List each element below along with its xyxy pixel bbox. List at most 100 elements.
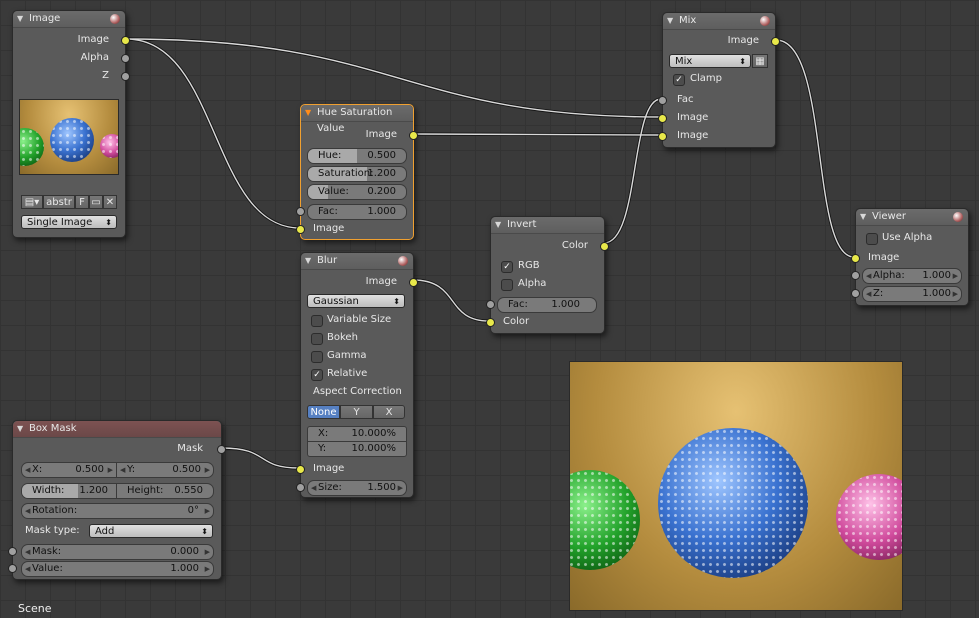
blur-output-socket[interactable]: [409, 278, 418, 287]
collapse-triangle-icon[interactable]: ▼: [495, 217, 501, 233]
mask-output-socket[interactable]: [217, 445, 226, 454]
hsv-output-socket[interactable]: [409, 131, 418, 140]
viewer-alpha-field[interactable]: ◀ Alpha: 1.000 ▶: [862, 268, 962, 284]
hue-saturation-value-node[interactable]: ▼ Hue Saturation Value Image Hue: 0.500 …: [296, 104, 418, 240]
mask-input-socket[interactable]: [8, 547, 17, 556]
hue-field[interactable]: Hue: 0.500: [307, 148, 407, 164]
z-output-socket[interactable]: [121, 72, 130, 81]
filter-type-select[interactable]: Gaussian ⬍: [307, 294, 405, 308]
blur-node[interactable]: ▼ Blur Image Gaussian ⬍ Variable Size Bo…: [296, 252, 418, 498]
box-mask-node-header[interactable]: ▼ Box Mask: [13, 421, 221, 438]
relative-checkbox[interactable]: ✓: [311, 369, 323, 381]
viewer-node[interactable]: ▼ Viewer Use Alpha Image ◀ Alpha: 1.000 …: [851, 208, 969, 306]
box-width-field[interactable]: Width: 1.200: [21, 483, 117, 499]
increment-arrow-icon[interactable]: ▶: [205, 545, 210, 559]
invert-fac-input-socket[interactable]: [486, 300, 495, 309]
image-browse-button[interactable]: ▤▾: [21, 195, 43, 209]
image-node[interactable]: ▼ Image Image Alpha Z ▤▾ abstr F ▭ ✕ Sin…: [12, 10, 130, 238]
mix-fac-input-socket[interactable]: [658, 96, 667, 105]
box-y-field[interactable]: ◀ Y: 0.500 ▶: [116, 462, 214, 478]
blend-type-select[interactable]: Mix ⬍: [669, 54, 751, 68]
alpha-output-socket[interactable]: [121, 54, 130, 63]
mask-input-field[interactable]: ◀ Mask: 0.000 ▶: [21, 544, 214, 560]
clamp-checkbox[interactable]: ✓: [673, 74, 685, 86]
rgb-checkbox[interactable]: ✓: [501, 261, 513, 273]
value-field[interactable]: Value: 0.200: [307, 184, 407, 200]
decrement-arrow-icon[interactable]: ◀: [25, 545, 30, 559]
increment-arrow-icon[interactable]: ▶: [205, 463, 210, 477]
box-x-field[interactable]: ◀ X: 0.500 ▶: [21, 462, 117, 478]
increment-arrow-icon[interactable]: ▶: [205, 504, 210, 518]
blur-image-input-socket[interactable]: [296, 465, 305, 474]
image-node-header[interactable]: ▼ Image: [13, 11, 125, 28]
blur-node-header[interactable]: ▼ Blur: [301, 253, 413, 270]
decrement-arrow-icon[interactable]: ◀: [25, 504, 30, 518]
invert-node[interactable]: ▼ Invert Color ✓ RGB Alpha Fac: 1.000 Co…: [486, 216, 609, 334]
increment-arrow-icon[interactable]: ▶: [953, 269, 958, 283]
aspect-y-button[interactable]: Y: [340, 405, 373, 419]
size-input-socket[interactable]: [296, 483, 305, 492]
variable-size-checkbox[interactable]: [311, 315, 323, 327]
image-output-socket[interactable]: [121, 36, 130, 45]
collapse-triangle-icon[interactable]: ▼: [667, 13, 673, 29]
fac-field[interactable]: Fac: 1.000: [307, 204, 407, 220]
invert-fac-field[interactable]: Fac: 1.000: [497, 297, 597, 313]
decrement-arrow-icon[interactable]: ◀: [120, 463, 125, 477]
decrement-arrow-icon[interactable]: ◀: [311, 481, 316, 495]
invert-node-header[interactable]: ▼ Invert: [491, 217, 604, 234]
mix-node[interactable]: ▼ Mix Image Mix ⬍ ▦ ✓ Clamp Fac Image Im…: [658, 12, 780, 148]
decrement-arrow-icon[interactable]: ◀: [866, 287, 871, 301]
bokeh-checkbox[interactable]: [311, 333, 323, 345]
value-input-field[interactable]: ◀ Value: 1.000 ▶: [21, 561, 214, 577]
open-image-button[interactable]: ▭: [89, 195, 103, 209]
decrement-arrow-icon[interactable]: ◀: [866, 269, 871, 283]
box-mask-node[interactable]: ▼ Box Mask Mask ◀ X: 0.500 ▶ ◀ Y: 0.500 …: [8, 420, 226, 580]
aspect-x-button[interactable]: X: [373, 405, 405, 419]
invert-color-input-socket[interactable]: [486, 318, 495, 327]
aspect-none-button[interactable]: None: [307, 405, 340, 419]
collapse-triangle-icon[interactable]: ▼: [305, 105, 311, 121]
size-field[interactable]: ◀ Size: 1.500 ▶: [307, 480, 407, 496]
fake-user-button[interactable]: F: [75, 195, 89, 209]
viewer-alpha-input-socket[interactable]: [851, 271, 860, 280]
image-name-field[interactable]: abstr: [43, 195, 75, 209]
saturation-field[interactable]: Saturation: 1.200: [307, 166, 407, 182]
viewer-node-header[interactable]: ▼ Viewer: [856, 209, 968, 226]
preview-toggle-icon[interactable]: [760, 16, 770, 26]
collapse-triangle-icon[interactable]: ▼: [860, 209, 866, 225]
preview-toggle-icon[interactable]: [398, 256, 408, 266]
invert-output-socket[interactable]: [600, 242, 609, 251]
rotation-field[interactable]: ◀ Rotation: 0° ▶: [21, 503, 214, 519]
mix-node-header[interactable]: ▼ Mix: [663, 13, 775, 30]
decrement-arrow-icon[interactable]: ◀: [25, 463, 30, 477]
collapse-triangle-icon[interactable]: ▼: [305, 253, 311, 269]
fac-input-socket[interactable]: [296, 207, 305, 216]
collapse-triangle-icon[interactable]: ▼: [17, 11, 23, 27]
viewer-z-input-socket[interactable]: [851, 289, 860, 298]
preview-toggle-icon[interactable]: [953, 212, 963, 222]
mix-output-socket[interactable]: [771, 37, 780, 46]
use-alpha-toggle-button[interactable]: ▦: [752, 54, 768, 68]
increment-arrow-icon[interactable]: ▶: [205, 562, 210, 576]
mask-type-select[interactable]: Add ⬍: [89, 524, 213, 538]
collapse-triangle-icon[interactable]: ▼: [17, 421, 23, 437]
increment-arrow-icon[interactable]: ▶: [398, 481, 403, 495]
hsv-node-header[interactable]: ▼ Hue Saturation Value: [301, 105, 413, 134]
box-height-field[interactable]: Height: 0.550: [116, 483, 214, 499]
preview-toggle-icon[interactable]: [110, 14, 120, 24]
factor-y-field[interactable]: Y: 10.000%: [307, 441, 407, 457]
hsv-image-input-socket[interactable]: [296, 225, 305, 234]
value-input-socket[interactable]: [8, 564, 17, 573]
use-alpha-checkbox[interactable]: [866, 233, 878, 245]
alpha-checkbox[interactable]: [501, 279, 513, 291]
unlink-image-button[interactable]: ✕: [103, 195, 117, 209]
increment-arrow-icon[interactable]: ▶: [953, 287, 958, 301]
gamma-checkbox[interactable]: [311, 351, 323, 363]
image-source-select[interactable]: Single Image ⬍: [21, 215, 117, 229]
viewer-z-field[interactable]: ◀ Z: 1.000 ▶: [862, 286, 962, 302]
factor-x-field[interactable]: X: 10.000%: [307, 426, 407, 442]
viewer-image-input-socket[interactable]: [851, 254, 860, 263]
mix-image2-input-socket[interactable]: [658, 132, 667, 141]
decrement-arrow-icon[interactable]: ◀: [25, 562, 30, 576]
increment-arrow-icon[interactable]: ▶: [108, 463, 113, 477]
